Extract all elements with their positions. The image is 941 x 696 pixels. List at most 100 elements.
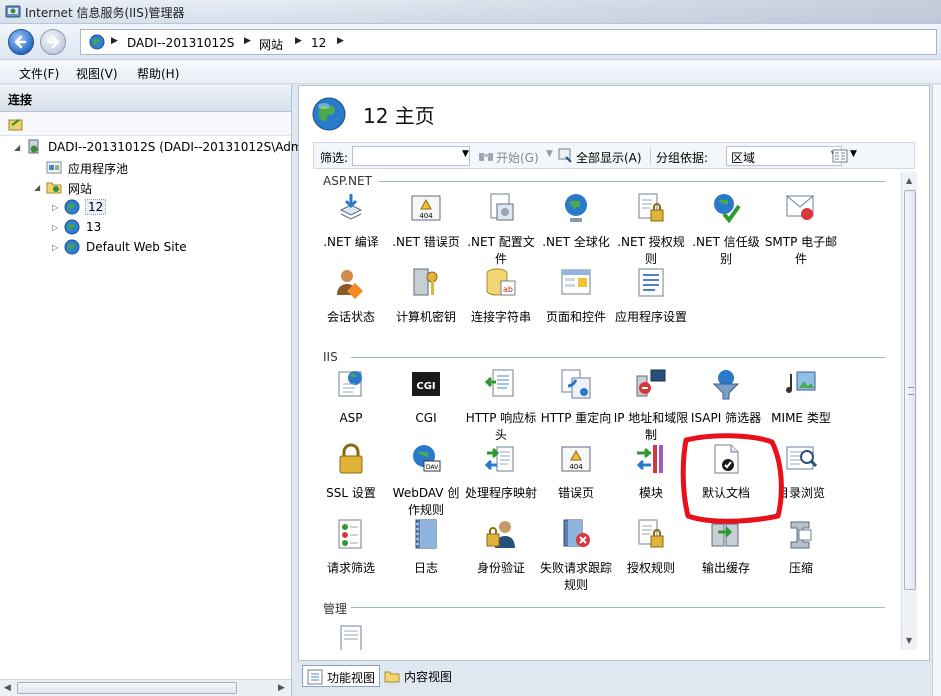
tab-content-view[interactable]: 内容视图 (380, 665, 456, 687)
crumb-site-12[interactable]: 12 (311, 36, 326, 50)
app-settings-icon (638, 268, 664, 297)
features-view-icon (307, 669, 323, 685)
feature-net-profile[interactable]: .NET 配置文件 (463, 192, 539, 266)
arrow-left-icon (14, 35, 27, 49)
filter-input[interactable] (352, 146, 470, 166)
feature-directory-browsing[interactable]: 目录浏览 (763, 443, 839, 517)
response-headers-icon (485, 369, 514, 397)
forward-button[interactable] (40, 29, 66, 55)
globe-icon (64, 199, 80, 215)
feature-webdav-authoring-rules[interactable]: DAV WebDAV 创作规则 (388, 443, 464, 517)
feature-cgi[interactable]: CGI CGI (388, 368, 464, 442)
feature-net-error-pages[interactable]: 404 .NET 错误页 (388, 192, 464, 266)
section-title-iis: IIS (323, 350, 338, 364)
chevron-down-icon[interactable]: ▼ (546, 149, 553, 159)
feature-net-compilation[interactable]: .NET 编译 (313, 192, 389, 266)
menu-help[interactable]: 帮助(H) (137, 65, 179, 82)
feature-ip-domain-restrictions[interactable]: IP 地址和域限制 (613, 368, 689, 442)
crumb-server[interactable]: DADI--20131012S (127, 36, 234, 50)
connections-header: 连接 (0, 85, 291, 112)
request-filtering-icon (338, 519, 362, 549)
menu-view[interactable]: 视图(V) (76, 65, 118, 82)
feature-http-redirect[interactable]: HTTP 重定向 (538, 368, 614, 442)
connections-toolbar (0, 112, 291, 136)
view-mode-icon[interactable] (832, 148, 848, 164)
lock-document-icon (638, 193, 664, 222)
tab-features-view[interactable]: 功能视图 (302, 665, 381, 687)
feature-request-filtering[interactable]: 请求筛选 (313, 518, 389, 592)
scroll-down-icon[interactable]: ▼ (906, 636, 912, 645)
svg-text:CGI: CGI (416, 381, 435, 392)
feature-smtp-email[interactable]: SMTP 电子邮件 (763, 192, 839, 266)
globe-icon (64, 239, 80, 255)
globe-icon (64, 219, 80, 235)
feature-net-globalization[interactable]: .NET 全球化 (538, 192, 614, 266)
error-page-404-icon: 404 (411, 195, 441, 221)
horizontal-scrollbar[interactable]: ◀ ▶ (0, 679, 291, 696)
feature-isapi-filters[interactable]: ISAPI 筛选器 (688, 368, 764, 442)
chevron-down-icon[interactable]: ▼ (462, 149, 469, 159)
trust-check-icon (714, 194, 741, 224)
feature-failed-request-tracing[interactable]: 失败请求跟踪规则 (538, 518, 614, 592)
feature-ssl-settings[interactable]: SSL 设置 (313, 443, 389, 517)
groupby-select[interactable]: 区域 ▼ (726, 146, 842, 166)
feature-default-document[interactable]: 默认文档 (688, 443, 764, 517)
scroll-up-icon[interactable]: ▲ (906, 176, 912, 185)
feature-authentication[interactable]: 身份验证 (463, 518, 539, 592)
profile-icon (490, 193, 514, 221)
scrollbar-thumb[interactable] (904, 190, 916, 590)
show-all-button[interactable]: 全部显示(A) (576, 149, 642, 166)
configuration-editor-icon (340, 625, 362, 650)
home-panel: 12 主页 筛选: ▼ 开始(G) ▼ 全部显示(A) 分组依据: 区域 ▼ ▼… (298, 85, 930, 661)
database-ab-icon: ab (486, 268, 516, 296)
feature-asp[interactable]: ASP (313, 368, 389, 442)
feature-compression[interactable]: 压缩 (763, 518, 839, 592)
chevron-down-icon[interactable]: ▼ (850, 149, 857, 159)
start-button[interactable]: 开始(G) (496, 149, 539, 166)
collapse-icon[interactable]: ◢ (34, 183, 40, 192)
feature-authorization-rules[interactable]: 授权规则 (613, 518, 689, 592)
expand-icon[interactable]: ▷ (52, 243, 58, 252)
expand-icon[interactable]: ▷ (52, 223, 58, 232)
window-title: Internet 信息服务(IIS)管理器 (25, 6, 185, 20)
section-title-aspnet: ASP.NET (323, 174, 372, 188)
expand-icon[interactable]: ▷ (52, 203, 58, 212)
feature-connection-strings[interactable]: ab 连接字符串 (463, 267, 539, 341)
crumb-sites[interactable]: 网站 (259, 36, 283, 53)
scroll-left-icon[interactable]: ◀ (4, 683, 11, 693)
feature-app-settings[interactable]: 应用程序设置 (613, 267, 689, 341)
default-document-icon (714, 444, 739, 474)
menu-file[interactable]: 文件(F) (19, 65, 59, 82)
feature-net-trust-levels[interactable]: .NET 信任级别 (688, 192, 764, 266)
svg-text:404: 404 (569, 463, 583, 471)
feature-logging[interactable]: 日志 (388, 518, 464, 592)
iis-manager-icon (5, 5, 21, 18)
compilation-icon (339, 194, 363, 220)
breadcrumb[interactable]: ▶ DADI--20131012S ▶ 网站 ▶ 12 ▶ (80, 29, 937, 55)
globe-icon (312, 97, 346, 131)
feature-net-authorization[interactable]: .NET 授权规则 (613, 192, 689, 266)
feature-mime-types[interactable]: MIME 类型 (763, 368, 839, 442)
collapse-icon[interactable]: ◢ (14, 143, 20, 152)
feature-management-item[interactable] (313, 624, 389, 650)
feature-machine-key[interactable]: 计算机密钥 (388, 267, 464, 341)
scroll-right-icon[interactable]: ▶ (278, 683, 285, 693)
page-title: 12 主页 (363, 104, 435, 128)
machine-key-icon (413, 268, 438, 296)
show-all-icon (558, 148, 572, 163)
feature-error-pages[interactable]: 404 错误页 (538, 443, 614, 517)
back-button[interactable] (8, 29, 34, 55)
feature-pages-controls[interactable]: 页面和控件 (538, 267, 614, 341)
vertical-scrollbar[interactable]: ▲ ▼ (901, 172, 917, 650)
feature-handler-mappings[interactable]: 处理程序映射 (463, 443, 539, 517)
feature-http-response-headers[interactable]: HTTP 响应标头 (463, 368, 539, 442)
feature-modules[interactable]: 模块 (613, 443, 689, 517)
feature-session-state[interactable]: 会话状态 (313, 267, 389, 341)
section-title-management: 管理 (323, 602, 348, 616)
error-page-404-icon: 404 (561, 446, 591, 472)
feature-output-caching[interactable]: 输出缓存 (688, 518, 764, 592)
view-tabs: 功能视图 内容视图 (298, 663, 930, 689)
scrollbar-thumb[interactable] (17, 682, 237, 694)
connect-icon[interactable] (8, 116, 24, 132)
redirect-icon (561, 369, 591, 399)
